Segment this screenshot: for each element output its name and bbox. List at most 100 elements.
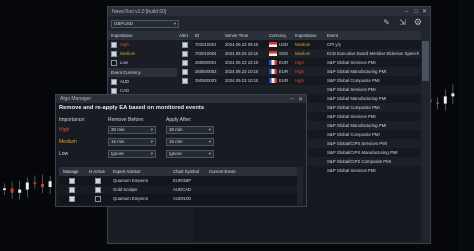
event-row[interactable]: 702010001 2024.09.23 09:15 USD Medium CPI y/…: [193, 40, 421, 49]
experts-scrollbar[interactable]: [297, 167, 303, 205]
importance-filter-label: High: [120, 42, 129, 47]
event-name: CPI y/y: [327, 42, 341, 47]
active-checkbox[interactable]: [95, 178, 101, 184]
col-event[interactable]: Event: [327, 31, 338, 40]
currency-checkbox[interactable]: [111, 78, 117, 85]
alert-checkbox[interactable]: [182, 51, 188, 57]
edit-icon[interactable]: ✎: [383, 18, 390, 27]
alert-checkbox[interactable]: [182, 60, 188, 66]
col-manage[interactable]: Manage: [63, 167, 79, 176]
event-time: 2024.09.23 10:15: [225, 78, 259, 83]
event-row[interactable]: 250500002 2024.09.23 10:15 EUR High S&P Glob…: [193, 67, 421, 76]
apply-after-select[interactable]: 30 min ▾: [166, 126, 214, 134]
event-name: S&P Global Manufacturing PMI: [327, 69, 387, 74]
event-name: S&P Global Composite PMI: [327, 78, 380, 83]
event-id: 702010004: [195, 51, 217, 56]
remove-before-select[interactable]: Ignore ▾: [108, 150, 156, 158]
event-currency: EUR: [279, 69, 289, 74]
currency-checkbox[interactable]: [111, 87, 117, 94]
col-expert-advisor[interactable]: Expert Advisor: [113, 167, 141, 176]
event-importance: Medium: [295, 51, 311, 56]
importance-level-label: High: [59, 127, 70, 133]
expert-row[interactable]: Quantum Emperor AUDNXD: [59, 194, 297, 203]
remove-before-select[interactable]: 30 min ▾: [108, 126, 156, 134]
currency-filter-item[interactable]: AUD: [108, 77, 177, 86]
event-importance: High: [295, 69, 304, 74]
expert-chart-symbol: EURGBP: [173, 178, 192, 183]
col-currency[interactable]: Currency: [269, 31, 286, 40]
event-time: 2024.09.23 09:15: [225, 42, 259, 47]
alert-checkbox[interactable]: [182, 42, 188, 48]
col-current-event[interactable]: Current Event: [209, 167, 236, 176]
importance-level-label: Low: [59, 151, 69, 157]
scrollbar-thumb[interactable]: [422, 41, 429, 81]
importance-checkbox[interactable]: [111, 50, 117, 57]
event-currency: EUR: [279, 60, 289, 65]
currency-filter-header: Event Currency: [108, 68, 177, 77]
alert-checkbox[interactable]: [182, 78, 188, 84]
candle-body: [41, 183, 44, 188]
currency-flag-icon: [269, 69, 277, 74]
algo-close-icon[interactable]: ✕: [298, 95, 303, 103]
currency-filter-label: AUD: [120, 79, 130, 84]
col-server-time[interactable]: Server Time: [225, 31, 248, 40]
col-id[interactable]: ID: [195, 31, 199, 40]
importance-filter-item[interactable]: Low: [108, 58, 177, 67]
importance-filter-header: Importance: [108, 31, 177, 40]
active-checkbox[interactable]: [95, 196, 101, 202]
settings-icon[interactable]: ⚙: [414, 17, 422, 28]
remove-before-select[interactable]: 15 min ▾: [108, 138, 156, 146]
importance-filter-item[interactable]: Medium: [108, 49, 177, 58]
event-importance: High: [295, 60, 304, 65]
expert-row[interactable]: Gold Scalper AUDCAD: [59, 185, 297, 194]
algo-minimize-icon[interactable]: –: [291, 95, 294, 103]
candle-body: [48, 181, 52, 188]
manage-checkbox[interactable]: [69, 187, 75, 193]
close-icon[interactable]: ✕: [422, 7, 427, 16]
event-row[interactable]: 250500001 2024.09.23 10:15 EUR High S&P Glob…: [193, 58, 421, 67]
price-axis: [458, 0, 474, 251]
event-importance: High: [295, 78, 304, 83]
candle-body: [451, 93, 455, 97]
event-name: S&P Global Composite PMI: [327, 132, 380, 137]
symbol-value: GBPUSD: [114, 21, 134, 26]
news-tool-titlebar[interactable]: NewsTool v1.0 [build 60] – □ ✕: [108, 7, 430, 16]
event-currency: USD: [279, 42, 289, 47]
candle-body: [18, 189, 22, 193]
col-chart-symbol[interactable]: Chart Symbol: [173, 167, 199, 176]
event-time: 2024.09.23 10:15: [225, 60, 259, 65]
manage-checkbox[interactable]: [69, 196, 75, 202]
event-row[interactable]: 250500003 2024.09.23 10:15 EUR High S&P Glob…: [193, 76, 421, 85]
minimize-icon[interactable]: –: [405, 7, 408, 16]
event-row[interactable]: 702010004 2024.09.23 10:15 SGD Medium ECB Ex…: [193, 49, 421, 58]
candle-body: [436, 102, 440, 104]
col-importance[interactable]: Importance: [295, 31, 317, 40]
importance-checkbox[interactable]: [111, 41, 117, 48]
event-id: 250500001: [195, 60, 217, 65]
importance-filter-item[interactable]: High: [108, 40, 177, 49]
window-title: NewsTool v1.0 [build 60]: [112, 8, 167, 15]
col-is-active[interactable]: Is Active: [89, 167, 105, 176]
apply-after-select[interactable]: Ignore ▾: [166, 150, 214, 158]
importance-filter-label: Low: [120, 60, 128, 65]
events-scrollbar[interactable]: [421, 31, 430, 241]
export-icon[interactable]: ⇲: [399, 18, 406, 27]
candle-body: [25, 182, 29, 190]
symbol-select[interactable]: GBPUSD ▾: [111, 20, 179, 28]
importance-checkbox[interactable]: [111, 59, 117, 66]
expert-chart-symbol: AUDCAD: [173, 187, 192, 192]
chevron-down-icon: ▾: [208, 151, 211, 156]
event-row[interactable]: S&P Global Services PMI: [193, 85, 421, 94]
algo-manager-titlebar[interactable]: Algo Manager – ✕: [56, 95, 306, 103]
active-checkbox[interactable]: [95, 187, 101, 193]
alert-checkbox[interactable]: [182, 69, 188, 75]
experts-table: Manage Is Active Expert Advisor Chart Sy…: [59, 167, 297, 205]
event-currency: SGD: [279, 51, 289, 56]
maximize-icon[interactable]: □: [414, 7, 418, 16]
apply-after-select[interactable]: 15 min ▾: [166, 138, 214, 146]
importance-level-label: Medium: [59, 139, 77, 145]
chevron-down-icon: ▾: [150, 139, 153, 144]
manage-checkbox[interactable]: [69, 178, 75, 184]
expert-row[interactable]: Quantum Emperor EURGBP: [59, 176, 297, 185]
expert-advisor-name: Quantum Emperor: [113, 178, 149, 183]
